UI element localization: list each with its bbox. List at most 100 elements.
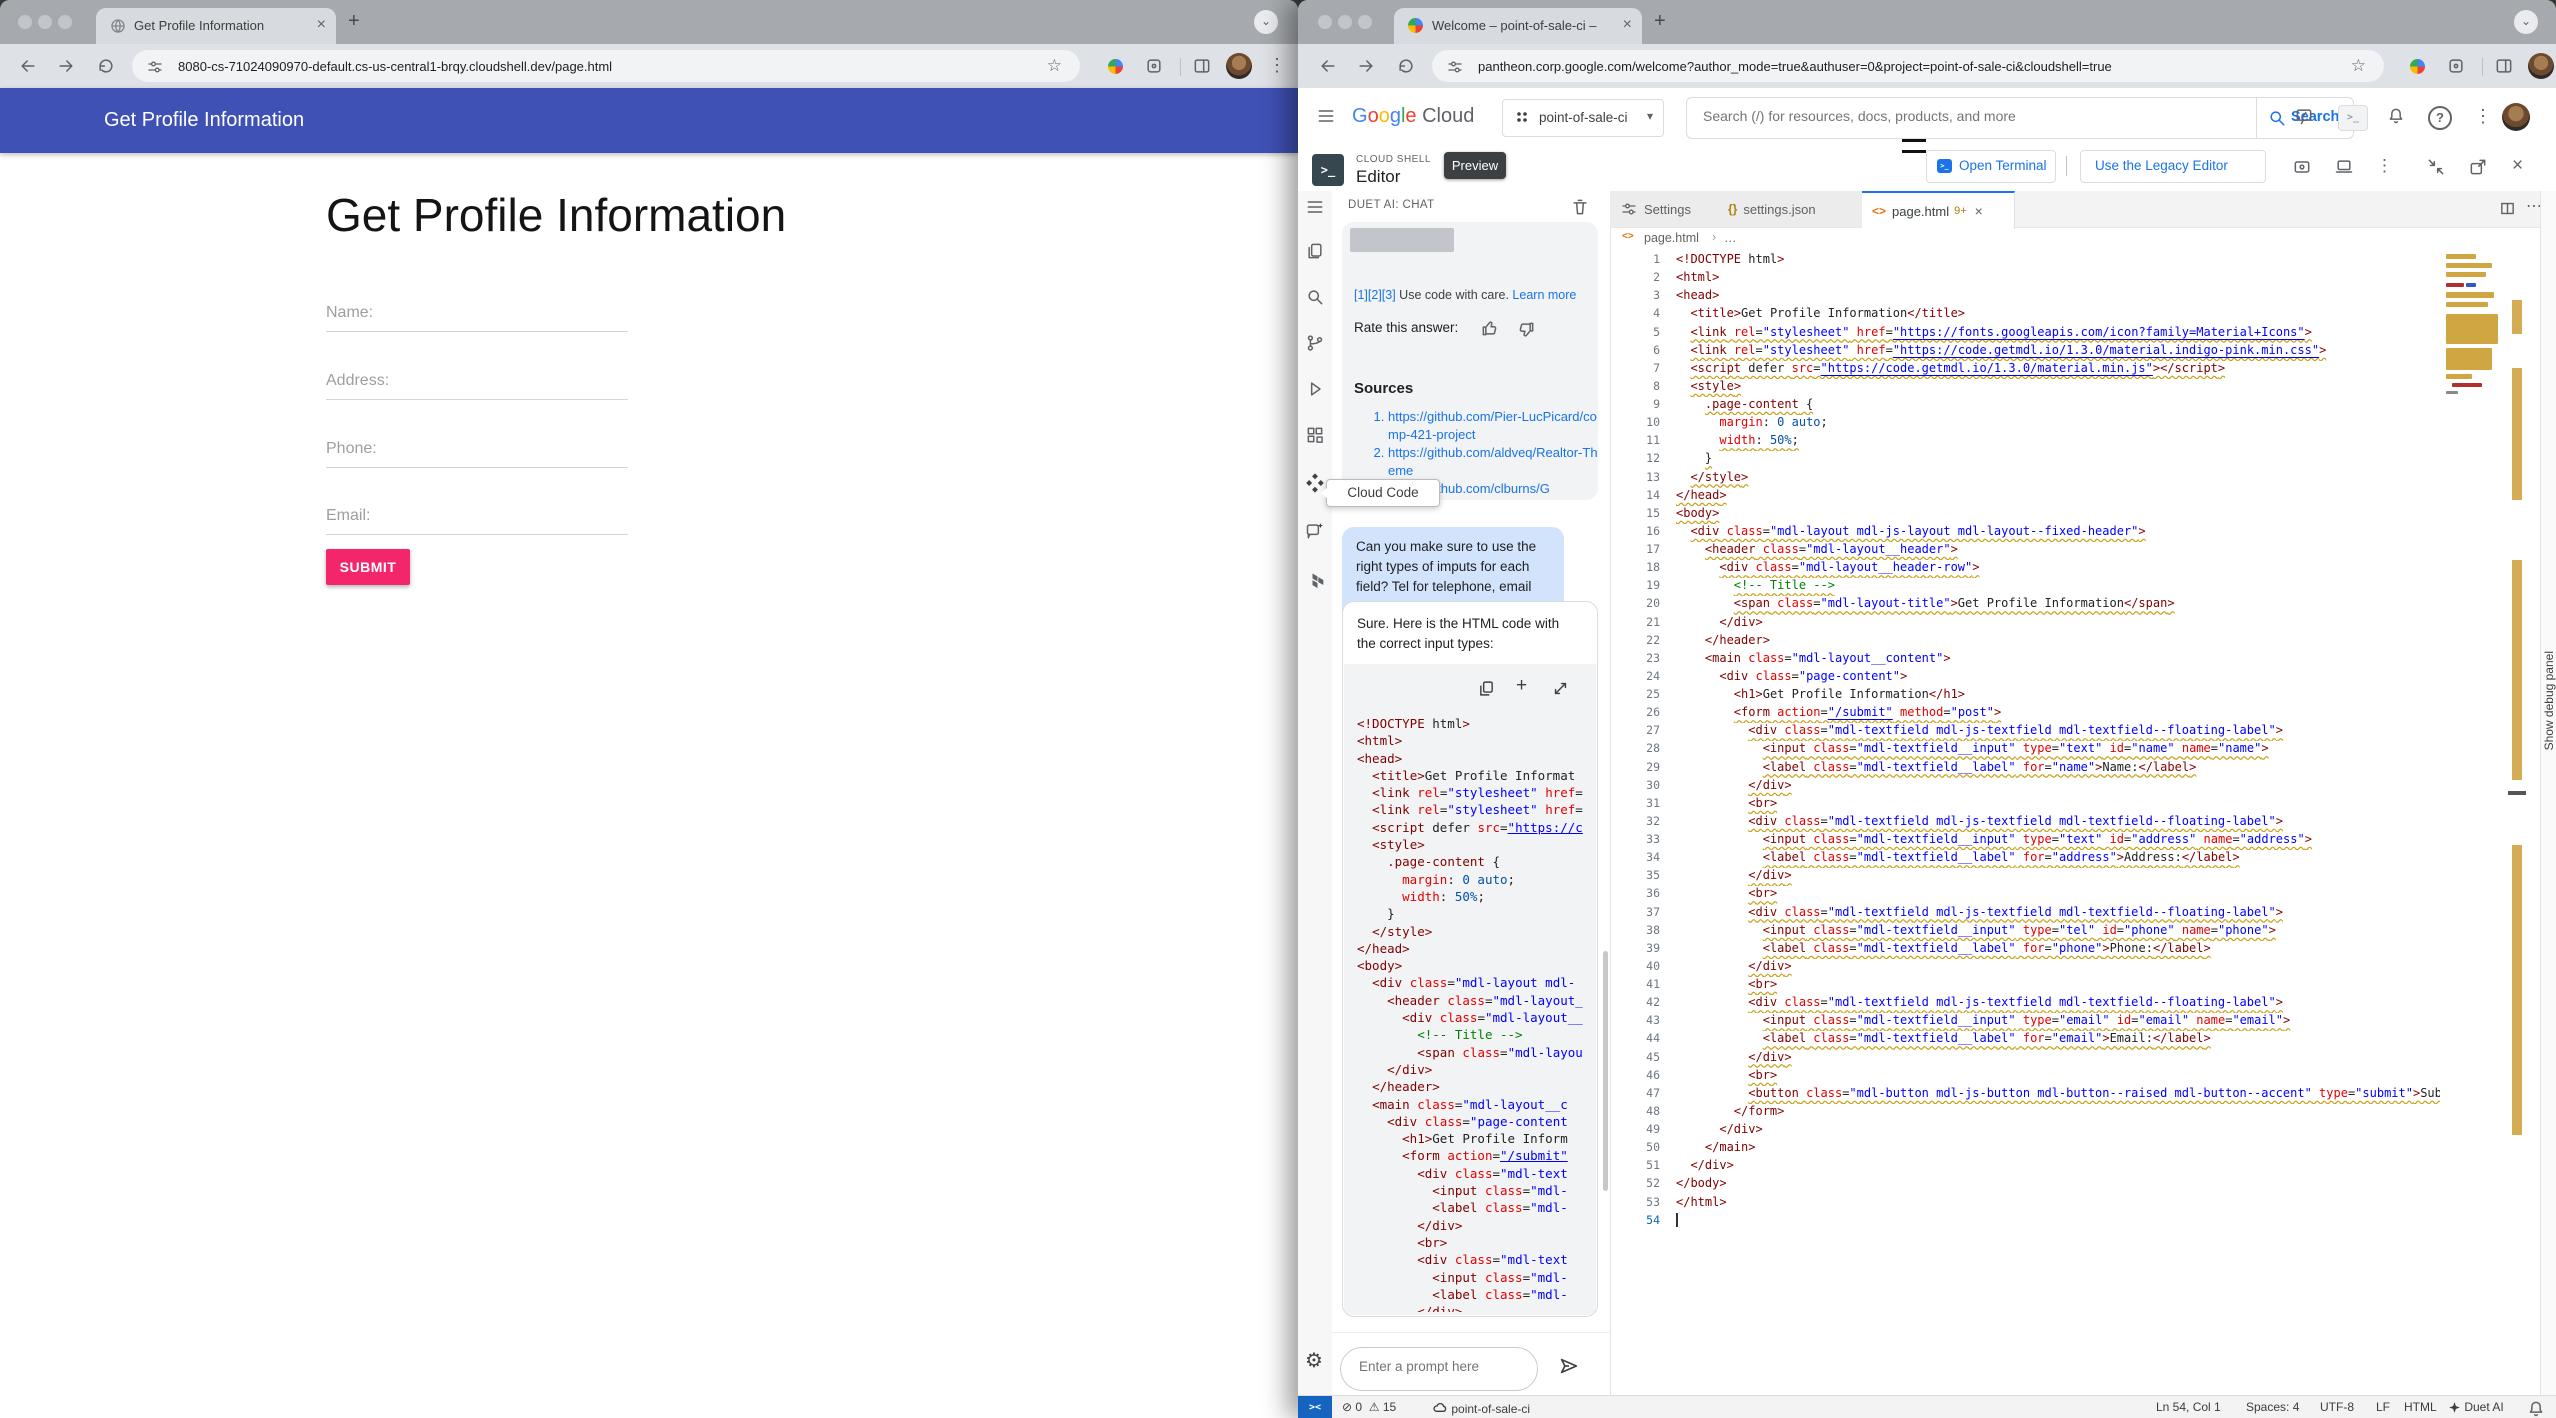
forward-icon[interactable]: [1356, 56, 1376, 76]
new-tab-icon[interactable]: +: [348, 11, 360, 31]
code-line[interactable]: 15 <body>: [1610, 506, 2440, 524]
code-line[interactable]: 28 <input class="mdl-textfield__input" t…: [1610, 741, 2440, 759]
code-line[interactable]: 7 <script defer src="https://code.getmdl…: [1610, 361, 2440, 379]
code-line[interactable]: 9 .page-content {: [1610, 397, 2440, 415]
address-bar[interactable]: pantheon.corp.google.com/welcome?author_…: [1432, 50, 2384, 82]
code-line[interactable]: 31 <br>: [1610, 796, 2440, 814]
code-line[interactable]: 17 <header class="mdl-layout__header">: [1610, 542, 2440, 560]
terraform-icon[interactable]: [1305, 571, 1325, 591]
panel-scrollbar[interactable]: [1603, 951, 1608, 1191]
shell-more-icon[interactable]: ⋮: [2376, 157, 2393, 174]
prompt-pill[interactable]: [1340, 1347, 1538, 1391]
journeys-box-icon[interactable]: [1144, 56, 1164, 76]
status-project[interactable]: point-of-sale-ci: [1432, 1400, 1530, 1416]
legacy-editor-button[interactable]: Use the Legacy Editor: [2080, 150, 2266, 183]
browser-menu-icon[interactable]: ⋮: [1268, 56, 1286, 74]
preview-badge[interactable]: Preview: [1444, 152, 1506, 179]
code-line[interactable]: 8 <style>: [1610, 379, 2440, 397]
side-panel-icon[interactable]: [1192, 56, 1212, 76]
code-line[interactable]: 13 </style>: [1610, 470, 2440, 488]
code-line[interactable]: 14 </head>: [1610, 488, 2440, 506]
code-line[interactable]: 2 <html>: [1610, 270, 2440, 288]
browser-avatar[interactable]: [2528, 53, 2554, 79]
code-line[interactable]: 53 </html>: [1610, 1195, 2440, 1213]
insert-code-icon[interactable]: +: [1516, 676, 1527, 695]
source-link[interactable]: https://github.com/aldveq/Realtor-Theme: [1388, 444, 1598, 480]
source-control-icon[interactable]: [1305, 333, 1325, 353]
traffic-zoom-icon[interactable]: [1358, 15, 1372, 29]
code-line[interactable]: 34 <label class="mdl-textfield__label" f…: [1610, 850, 2440, 868]
gcloud-avatar[interactable]: [2502, 103, 2530, 131]
open-in-new-icon[interactable]: [2468, 157, 2488, 177]
collapse-icon[interactable]: [2426, 157, 2446, 177]
expand-code-icon[interactable]: [1552, 680, 1569, 697]
code-line[interactable]: 12 }: [1610, 451, 2440, 469]
browser-tab[interactable]: Welcome – point-of-sale-ci – ×: [1394, 8, 1642, 44]
tab-settings[interactable]: Settings: [1610, 191, 1717, 227]
code-line[interactable]: 1 <!DOCTYPE html>: [1610, 252, 2440, 270]
code-line[interactable]: 37 <div class="mdl-textfield mdl-js-text…: [1610, 905, 2440, 923]
field-input[interactable]: [326, 467, 628, 468]
search-icon[interactable]: [1305, 287, 1325, 307]
code-line[interactable]: 41 <br>: [1610, 977, 2440, 995]
gcloud-search-input[interactable]: [1701, 107, 2235, 125]
code-line[interactable]: 24 <div class="page-content">: [1610, 669, 2440, 687]
code-line[interactable]: 26 <form action="/submit" method="post">: [1610, 705, 2440, 723]
site-settings-icon[interactable]: [146, 57, 164, 77]
submit-button[interactable]: SUBMIT: [326, 549, 410, 585]
cloudshell-toggle-icon[interactable]: >_: [2338, 105, 2368, 131]
status-line-col[interactable]: Ln 54, Col 1: [2156, 1400, 2221, 1414]
tab-search-icon[interactable]: ⌄: [2514, 10, 2538, 34]
prompt-input[interactable]: [1357, 1358, 1525, 1375]
thumbs-up-icon[interactable]: [1480, 318, 1500, 338]
status-eol[interactable]: LF: [2376, 1400, 2390, 1414]
code-line[interactable]: 39 <label class="mdl-textfield__label" f…: [1610, 941, 2440, 959]
citation-links[interactable]: [1][2][3]: [1354, 288, 1396, 302]
code-line[interactable]: 38 <input class="mdl-textfield__input" t…: [1610, 923, 2440, 941]
field-input[interactable]: [326, 399, 628, 400]
code-line[interactable]: 25 <h1>Get Profile Information</h1>: [1610, 687, 2440, 705]
code-line[interactable]: 30 </div>: [1610, 778, 2440, 796]
open-terminal-button[interactable]: >_ Open Terminal: [1926, 150, 2056, 183]
back-icon[interactable]: [18, 56, 38, 76]
code-line[interactable]: 21 </div>: [1610, 615, 2440, 633]
minimap[interactable]: [2442, 252, 2504, 1252]
code-line[interactable]: 20 <span class="mdl-layout-title">Get Pr…: [1610, 596, 2440, 614]
bookmark-star-icon[interactable]: ☆: [2351, 57, 2366, 74]
code-line[interactable]: 27 <div class="mdl-textfield mdl-js-text…: [1610, 723, 2440, 741]
traffic-close-icon[interactable]: [18, 15, 32, 29]
code-line[interactable]: 46 <br>: [1610, 1068, 2440, 1086]
send-icon[interactable]: [1558, 1355, 1580, 1377]
code-line[interactable]: 4 <title>Get Profile Information</title>: [1610, 306, 2440, 324]
extension-colored-icon[interactable]: [1108, 59, 1123, 74]
duet-chat-icon[interactable]: [1305, 521, 1325, 541]
ide-menu-icon[interactable]: [1305, 197, 1325, 217]
browser-avatar[interactable]: [1226, 53, 1252, 79]
code-line[interactable]: 52 </body>: [1610, 1176, 2440, 1194]
gcloud-logo[interactable]: Google Cloud: [1352, 105, 1474, 128]
trash-icon[interactable]: [1570, 197, 1590, 217]
notifications-bell-icon[interactable]: [2386, 106, 2406, 126]
address-bar[interactable]: 8080-cs-71024090970-default.cs-us-centra…: [132, 50, 1080, 82]
code-line[interactable]: 19 <!-- Title -->: [1610, 578, 2440, 596]
remote-indicator[interactable]: ><: [1298, 1396, 1332, 1418]
browser-tab[interactable]: Get Profile Information ×: [96, 8, 336, 44]
status-spaces[interactable]: Spaces: 4: [2246, 1400, 2299, 1414]
code-line[interactable]: 18 <div class="mdl-layout__header-row">: [1610, 560, 2440, 578]
copy-code-icon[interactable]: [1478, 680, 1495, 697]
code-line[interactable]: 35 </div>: [1610, 868, 2440, 886]
field-input[interactable]: [326, 331, 628, 332]
code-area[interactable]: 1 <!DOCTYPE html> 2 <html> 3 <head> 4 <title>G…: [1610, 252, 2440, 1252]
status-language[interactable]: HTML: [2404, 1400, 2437, 1414]
feedback-icon[interactable]: [2294, 106, 2314, 126]
source-link[interactable]: https://github.com/Pier-LucPicard/comp-4…: [1388, 408, 1598, 444]
status-bell-icon[interactable]: [2526, 1399, 2546, 1418]
code-line[interactable]: 6 <link rel="stylesheet" href="https://c…: [1610, 343, 2440, 361]
help-icon[interactable]: ?: [2428, 106, 2452, 130]
code-line[interactable]: 29 <label class="mdl-textfield__label" f…: [1610, 760, 2440, 778]
code-line[interactable]: 22 </header>: [1610, 633, 2440, 651]
workspaces-grid-icon[interactable]: [1305, 425, 1325, 445]
new-tab-icon[interactable]: +: [1654, 11, 1666, 31]
extension-colored-icon[interactable]: [2410, 59, 2425, 74]
site-settings-icon[interactable]: [1446, 57, 1464, 77]
